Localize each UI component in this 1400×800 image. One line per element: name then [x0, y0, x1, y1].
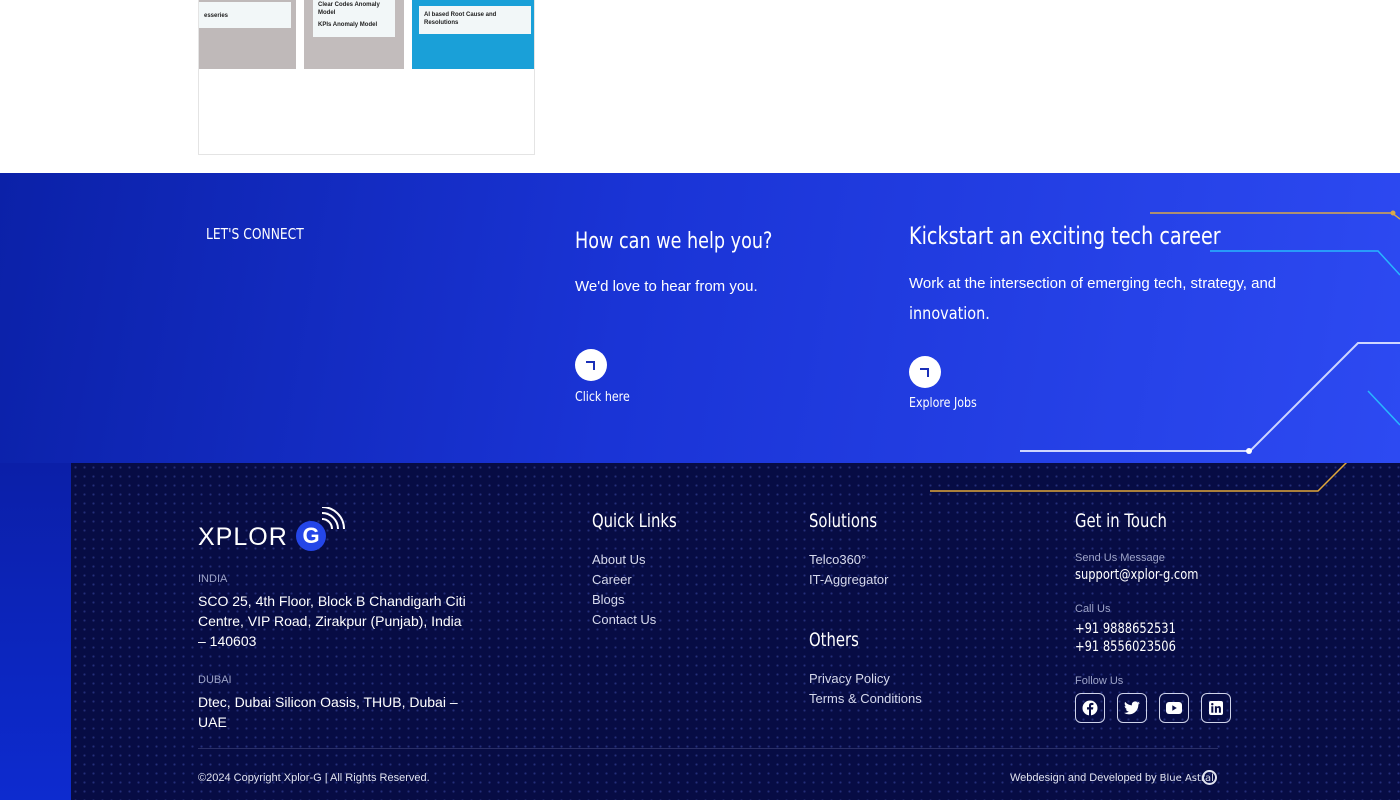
gold-accent-line: [930, 463, 1348, 492]
card-image-3: AI based Root Cause and Resolutions: [412, 0, 534, 69]
card-image-3-label: AI based Root Cause and Resolutions: [419, 6, 531, 34]
facebook-icon[interactable]: [1075, 693, 1105, 723]
linkedin-icon[interactable]: [1201, 693, 1231, 723]
footer-link-telco360[interactable]: Telco360°: [809, 550, 889, 570]
footer-link-it-aggregator[interactable]: IT-Aggregator: [809, 570, 889, 590]
social-links: [1075, 693, 1231, 723]
youtube-icon[interactable]: [1159, 693, 1189, 723]
help-title: How can we help you?: [575, 229, 773, 254]
twitter-icon[interactable]: [1117, 693, 1147, 723]
footer-link-blogs[interactable]: Blogs: [592, 590, 656, 610]
credit-text: Webdesign and Developed by Blue Astral: [1010, 772, 1214, 784]
footer-link-contact[interactable]: Contact Us: [592, 610, 656, 630]
footer-divider: [198, 748, 1218, 749]
footer-link-about[interactable]: About Us: [592, 550, 656, 570]
dubai-label: DUBAI: [198, 674, 232, 686]
solutions-title: Solutions: [809, 510, 878, 532]
page: esseries Clear Codes Anomaly Model KPIs …: [0, 0, 1400, 800]
lets-connect-label: LET'S CONNECT: [206, 225, 304, 243]
phone-link-1[interactable]: +91 9888652531: [1075, 621, 1176, 638]
card-image-1: esseries: [199, 0, 296, 69]
email-link[interactable]: support@xplor-g.com: [1075, 567, 1198, 584]
arrow-icon[interactable]: [575, 349, 607, 381]
dubai-address: Dtec, Dubai Silicon Oasis, THUB, Dubai –…: [198, 694, 458, 730]
click-here-link[interactable]: Click here: [575, 390, 630, 405]
blue-astral-logo-icon[interactable]: [1202, 770, 1217, 785]
others-title: Others: [809, 629, 859, 651]
card-image-2-label-line1: Clear Codes Anomaly Model: [318, 2, 380, 16]
send-message-label: Send Us Message: [1075, 552, 1165, 564]
career-title: Kickstart an exciting tech career: [909, 222, 1221, 250]
arrow-icon[interactable]: [909, 356, 941, 388]
call-us-label: Call Us: [1075, 603, 1111, 615]
career-subtitle: Work at the intersection of emerging tec…: [909, 269, 1309, 329]
connect-section: LET'S CONNECT How can we help you? We'd …: [0, 173, 1400, 465]
logo-wordmark: XPLOR: [198, 523, 288, 551]
quick-links-title: Quick Links: [592, 510, 677, 532]
footer-link-terms[interactable]: Terms & Conditions: [809, 689, 922, 709]
credit-prefix: Webdesign and Developed by: [1010, 772, 1157, 784]
quick-links-list: About Us Career Blogs Contact Us: [592, 550, 656, 630]
card-image-1-label: esseries: [199, 2, 291, 28]
card-image-2-label-line2: KPIs Anomaly Model: [318, 22, 378, 28]
others-list: Privacy Policy Terms & Conditions: [809, 669, 922, 709]
card-image-2: Clear Codes Anomaly Model KPIs Anomaly M…: [304, 0, 404, 69]
solutions-list: Telco360° IT-Aggregator: [809, 550, 889, 590]
phone-link-2[interactable]: +91 8556023506: [1075, 639, 1176, 656]
get-in-touch-title: Get in Touch: [1075, 510, 1167, 532]
career-subtitle-line2: innovation.: [909, 304, 990, 324]
india-label: INDIA: [198, 573, 228, 585]
india-address: SCO 25, 4th Floor, Block B Chandigarh Ci…: [198, 593, 466, 649]
solution-card[interactable]: esseries Clear Codes Anomaly Model KPIs …: [198, 0, 535, 155]
footer-link-privacy[interactable]: Privacy Policy: [809, 669, 922, 689]
footer-link-career[interactable]: Career: [592, 570, 656, 590]
card-image-2-label: Clear Codes Anomaly Model KPIs Anomaly M…: [313, 0, 395, 37]
follow-us-label: Follow Us: [1075, 675, 1124, 687]
help-subtitle: We'd love to hear from you.: [575, 278, 758, 295]
footer: XPLOR G INDIA SCO 25, 4th Floor, Block B…: [0, 463, 1400, 800]
footer-left-band: [0, 463, 71, 800]
career-subtitle-line1: Work at the intersection of emerging tec…: [909, 275, 1277, 292]
signal-icon: [321, 507, 345, 530]
explore-jobs-link[interactable]: Explore Jobs: [909, 396, 977, 411]
copyright-text: ©2024 Copyright Xplor-G | All Rights Res…: [198, 772, 430, 784]
